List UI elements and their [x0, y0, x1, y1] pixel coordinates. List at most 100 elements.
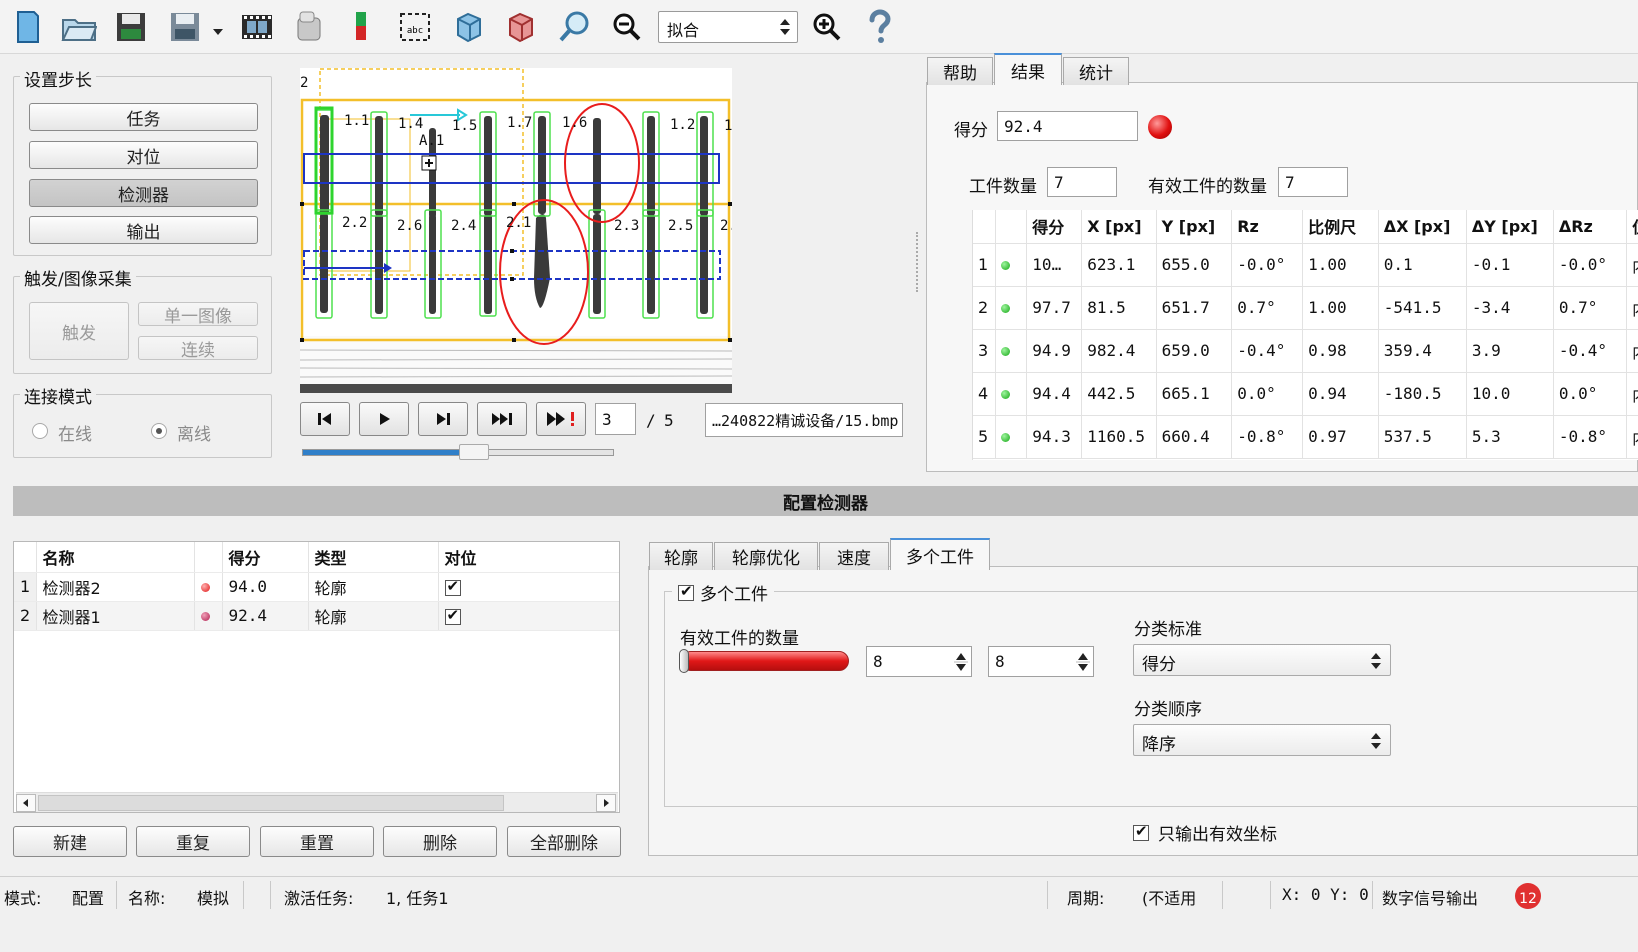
dropdown-arrow-icon[interactable]: [212, 22, 224, 41]
tab-statistics[interactable]: 统计: [1063, 57, 1129, 85]
col-header[interactable]: Rz: [1231, 210, 1304, 244]
delete-button[interactable]: 删除: [383, 826, 497, 857]
frame-slider-thumb[interactable]: [459, 444, 489, 460]
cell-scale: 1.00: [1302, 243, 1379, 287]
new-button[interactable]: 新建: [13, 826, 127, 857]
col-header[interactable]: ΔRz: [1553, 210, 1628, 244]
tab-help[interactable]: 帮助: [927, 57, 993, 85]
help-icon[interactable]: [860, 8, 898, 46]
max-count-spinbox[interactable]: 8: [988, 646, 1094, 677]
save-as-icon[interactable]: [166, 8, 204, 46]
save-icon[interactable]: [112, 8, 150, 46]
cell-rz: -0.0°: [1231, 243, 1304, 287]
table-row[interactable]: 2 检测器1 92.4 轮廓: [14, 601, 619, 631]
align-checkbox[interactable]: [444, 606, 461, 625]
sort-order-select[interactable]: 降序: [1133, 724, 1391, 756]
col-header[interactable]: 名称: [36, 542, 195, 573]
camera-icon[interactable]: [290, 8, 328, 46]
play-button[interactable]: [359, 402, 409, 436]
scroll-right-button[interactable]: [596, 794, 616, 812]
frame-separator: /: [646, 411, 656, 430]
output-step-button[interactable]: 输出: [29, 216, 258, 244]
tab-speed[interactable]: 速度: [819, 542, 889, 570]
notification-badge[interactable]: 12: [1515, 883, 1541, 909]
scroll-left-button[interactable]: [16, 794, 36, 812]
file-path-field[interactable]: …240822精诚设备/15.bmp: [705, 403, 903, 437]
col-header[interactable]: 位: [1626, 210, 1638, 244]
table-row[interactable]: 2 97.7 81.5 651.7 0.7° 1.00 -541.5 -3.4 …: [973, 286, 1638, 330]
tab-multiple-parts[interactable]: 多个工件: [890, 538, 990, 570]
splitter-handle[interactable]: [916, 232, 920, 292]
multi-parts-checkbox[interactable]: [678, 582, 694, 601]
sort-criterion-label: 分类标准: [1134, 620, 1202, 640]
table-row[interactable]: 1 10… 623.1 655.0 -0.0° 1.00 0.1 -0.1 -0…: [973, 243, 1638, 287]
col-header[interactable]: X [px]: [1081, 210, 1157, 244]
open-folder-icon[interactable]: [60, 8, 98, 46]
cube-icon[interactable]: [450, 8, 488, 46]
frame-number-input[interactable]: 3: [595, 403, 636, 435]
tab-contour-optimize[interactable]: 轮廓优化: [714, 542, 818, 570]
cell-y: 655.0: [1156, 243, 1233, 287]
cube-red-icon[interactable]: [502, 8, 540, 46]
sort-criterion-select[interactable]: 得分: [1133, 644, 1391, 676]
horizontal-scrollbar[interactable]: [16, 792, 618, 812]
col-header[interactable]: ΔY [px]: [1466, 210, 1554, 244]
online-radio[interactable]: [32, 423, 48, 439]
offline-radio[interactable]: [151, 423, 167, 439]
align-step-button[interactable]: 对位: [29, 141, 258, 169]
scroll-thumb[interactable]: [38, 795, 504, 811]
col-header[interactable]: ΔX [px]: [1378, 210, 1467, 244]
select-region-icon[interactable]: abc: [396, 8, 434, 46]
detector-step-button[interactable]: 检测器: [29, 179, 258, 207]
signal-light-icon[interactable]: [342, 8, 380, 46]
cell-score: 94.3: [1026, 415, 1083, 459]
only-valid-checkbox[interactable]: [1133, 822, 1149, 841]
row-status: [194, 601, 223, 631]
last-frame-button[interactable]: [477, 402, 527, 436]
run-error-button[interactable]: [536, 402, 586, 436]
frame-slider[interactable]: [302, 449, 614, 456]
table-row[interactable]: 4 94.4 442.5 665.1 0.0° 0.94 -180.5 10.0…: [973, 372, 1638, 416]
col-header[interactable]: 得分: [1026, 210, 1083, 244]
col-header[interactable]: Y [px]: [1156, 210, 1233, 244]
table-row[interactable]: 1 检测器2 94.0 轮廓: [14, 572, 619, 602]
single-image-button[interactable]: 单一图像: [138, 302, 258, 327]
zoom-glass-icon[interactable]: [556, 8, 594, 46]
tab-contour[interactable]: 轮廓: [649, 542, 713, 570]
range-slider[interactable]: [681, 651, 849, 671]
table-row[interactable]: 3 94.9 982.4 659.0 -0.4° 0.98 359.4 3.9 …: [973, 329, 1638, 373]
align-checkbox[interactable]: [444, 577, 461, 596]
first-frame-button[interactable]: [300, 402, 350, 436]
col-header[interactable]: 比例尺: [1302, 210, 1379, 244]
next-frame-button[interactable]: [418, 402, 468, 436]
image-viewer[interactable]: 2 1.1 1.4 1.5 1.7 1.6 1.2 1 A.1 2.2 2.6 …: [300, 68, 732, 393]
zoom-in-icon[interactable]: [808, 8, 846, 46]
reset-button[interactable]: 重置: [260, 826, 374, 857]
new-file-icon[interactable]: [8, 8, 46, 46]
min-count-spinbox[interactable]: 8: [866, 646, 972, 677]
arrow-left-icon: [23, 799, 28, 807]
duplicate-button[interactable]: 重复: [136, 826, 250, 857]
spin-arrows-icon[interactable]: [954, 650, 968, 674]
col-header[interactable]: 对位: [438, 542, 619, 573]
task-step-button[interactable]: 任务: [29, 103, 258, 131]
max-count-value: 8: [995, 652, 1005, 671]
image-label: 1: [724, 118, 732, 134]
tab-results[interactable]: 结果: [994, 53, 1062, 85]
image-label: 2.1: [506, 215, 532, 231]
continuous-button[interactable]: 连续: [138, 336, 258, 361]
name-label: 名称:: [128, 889, 166, 908]
image-label: 1.6: [562, 115, 588, 131]
col-header: [995, 210, 1028, 244]
zoom-mode-select[interactable]: 拟合: [658, 11, 798, 43]
trigger-button[interactable]: 触发: [29, 302, 129, 360]
range-slider-handle[interactable]: [679, 649, 689, 673]
delete-all-button[interactable]: 全部删除: [507, 826, 621, 857]
col-header[interactable]: 类型: [308, 542, 439, 573]
cell-scale: 0.98: [1302, 329, 1379, 373]
filmstrip-icon[interactable]: [238, 8, 276, 46]
zoom-out-icon[interactable]: [608, 8, 646, 46]
col-header[interactable]: 得分: [222, 542, 309, 573]
table-row[interactable]: 5 94.3 1160.5 660.4 -0.8° 0.97 537.5 5.3…: [973, 415, 1638, 459]
spin-arrows-icon[interactable]: [1076, 650, 1090, 674]
